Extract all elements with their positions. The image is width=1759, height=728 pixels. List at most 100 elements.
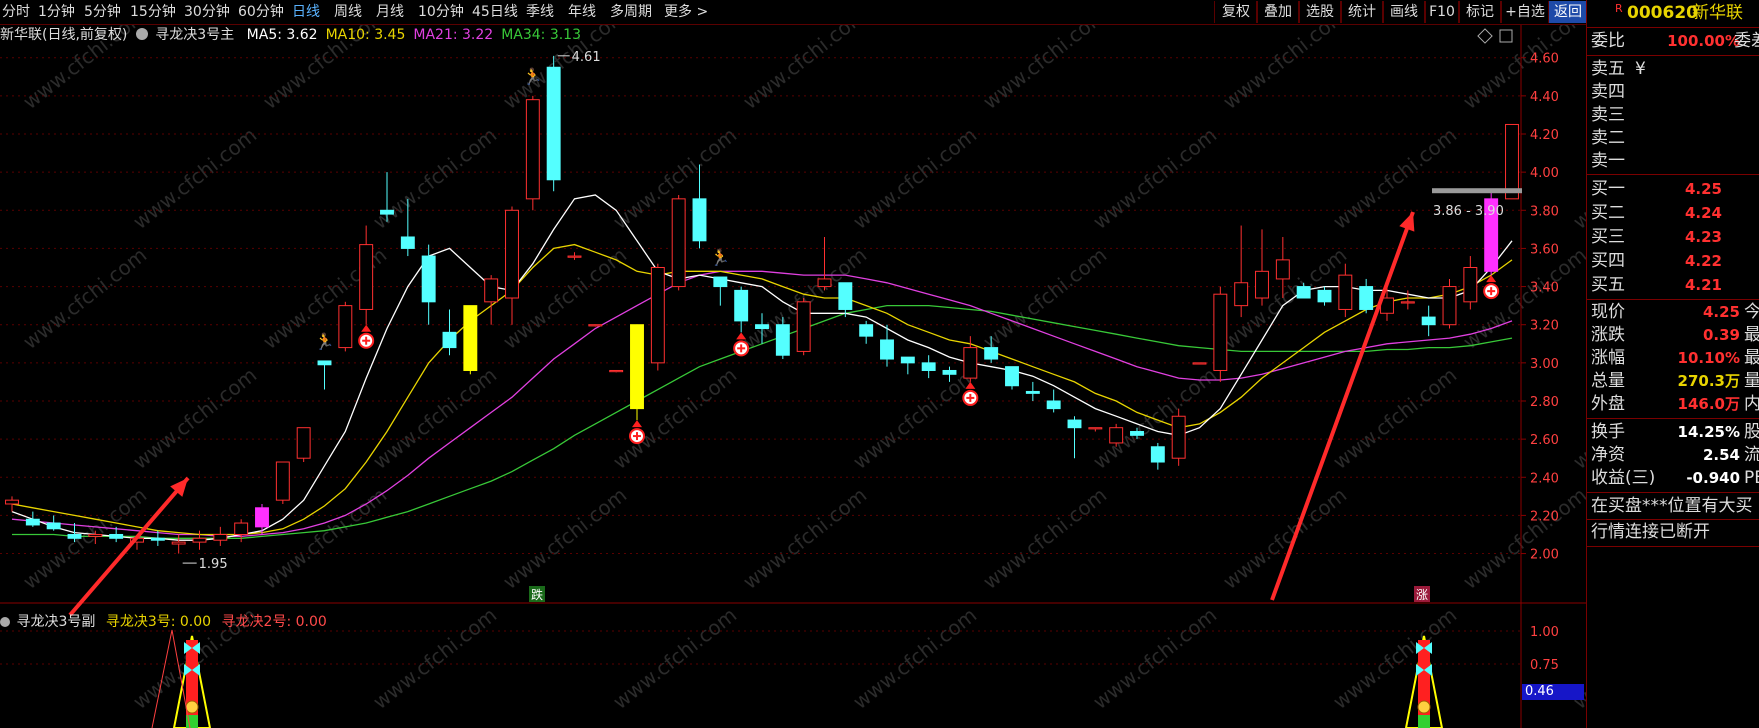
- candle: [1005, 366, 1019, 390]
- toolbar-button-2[interactable]: 选股: [1298, 1, 1342, 23]
- period-toolbar: 分时 1分钟 5分钟 15分钟 30分钟 60分钟 日线 周线 月线 10分钟 45日线 季线 年线 多周…: [0, 0, 1759, 25]
- runner-icon: 🏃: [710, 248, 730, 267]
- buy-signal-icon: [629, 420, 645, 445]
- watermark-text: www.cfchi.com: [608, 603, 741, 714]
- candle: [650, 263, 665, 371]
- weibi-row: 委比 100.00% 委差: [1587, 30, 1759, 53]
- buy-signal-icon: [358, 324, 375, 349]
- quote-row-3: 总量 270.3万 量比: [1591, 371, 1759, 391]
- candle: [463, 305, 478, 375]
- status-row: 行情连接已断开: [1591, 522, 1710, 542]
- notice-row: 在买盘***位置有大买: [1591, 496, 1753, 516]
- period-13[interactable]: 多周期: [610, 2, 652, 22]
- main-legend: 新华联(日线,前复权) 寻龙决3号主 MA5: 3.62 MA10: 3.45 MA…: [0, 24, 581, 44]
- svg-text:涨: 涨: [1416, 587, 1428, 602]
- indicator-name[interactable]: 寻龙决3号主: [155, 27, 234, 43]
- buy-signal-icon: [1483, 275, 1500, 300]
- y-tick-label: 3.80: [1530, 204, 1559, 219]
- candle: [713, 276, 728, 306]
- period-4[interactable]: 30分钟: [184, 2, 230, 22]
- panel-icon: [1499, 29, 1513, 43]
- toolbar-button-3[interactable]: 统计: [1340, 1, 1384, 23]
- buy-row-2: 买三 4.23: [1591, 227, 1722, 247]
- sell-row-2: 卖三: [1591, 105, 1625, 125]
- period-12[interactable]: 年线: [568, 2, 596, 22]
- toolbar-button-6[interactable]: 标记: [1458, 1, 1502, 23]
- period-8[interactable]: 月线: [376, 2, 404, 22]
- watermark-text: www.cfchi.com: [1568, 363, 1586, 474]
- toolbar-button-1[interactable]: 叠加: [1256, 1, 1300, 23]
- candle: [1359, 278, 1374, 314]
- y-tick-label: 3.60: [1530, 242, 1559, 257]
- candle: [734, 286, 749, 333]
- watermark-text: www.cfchi.com: [1328, 363, 1461, 474]
- period-10[interactable]: 45日线: [472, 2, 518, 22]
- toolbar-button-7[interactable]: +自选: [1500, 1, 1550, 23]
- y-tick-label: 2.20: [1530, 509, 1559, 524]
- watermark-text: www.cfchi.com: [848, 603, 981, 714]
- stock-code: 000620: [1627, 3, 1698, 23]
- y-tick-label: 4.20: [1530, 128, 1559, 143]
- sub-indicator-name[interactable]: 寻龙决3号副: [16, 614, 95, 630]
- period-2[interactable]: 5分钟: [84, 2, 121, 22]
- period-11[interactable]: 季线: [526, 2, 554, 22]
- watermark-text: www.cfchi.com: [368, 603, 501, 714]
- period-9[interactable]: 10分钟: [418, 2, 464, 22]
- sub-cursor-value: 0.46: [1522, 684, 1584, 700]
- candle: [1171, 408, 1186, 466]
- price-range-bar: [1432, 188, 1522, 194]
- candle: [1150, 442, 1165, 470]
- quote-row-1: 涨跌 0.39 最高: [1591, 325, 1759, 345]
- ma-legend-3: MA34: 3.13: [501, 27, 581, 43]
- period-6[interactable]: 日线: [292, 2, 320, 22]
- candle: [1338, 263, 1353, 318]
- candle: [359, 225, 374, 325]
- ma-legend-2: MA21: 3.22: [413, 27, 494, 43]
- buy-row-0: 买一 4.25: [1591, 179, 1722, 199]
- candle: [796, 298, 811, 356]
- sub-toggle-icon[interactable]: [0, 617, 10, 627]
- period-14[interactable]: 更多 >: [664, 2, 708, 22]
- sell-row-3: 卖二: [1591, 128, 1625, 148]
- candle: [484, 275, 499, 325]
- candle: [859, 320, 874, 344]
- period-5[interactable]: 60分钟: [238, 2, 284, 22]
- candle: [505, 206, 519, 325]
- sub-y-tick: 1.00: [1530, 625, 1559, 640]
- down-marker: 跌: [529, 586, 545, 602]
- candle: [275, 461, 290, 504]
- period-7[interactable]: 周线: [334, 2, 362, 22]
- candle: [317, 360, 332, 390]
- candle: [1421, 305, 1436, 337]
- candle: [1463, 256, 1478, 310]
- indicator-toggle-icon[interactable]: [135, 28, 148, 40]
- candle: [671, 195, 686, 291]
- watermark-text: www.cfchi.com: [1218, 25, 1351, 114]
- candle: [338, 301, 353, 352]
- ma-lines: [11, 194, 1513, 541]
- y-tick-label: 2.00: [1530, 548, 1559, 563]
- sell-row-1: 卖四: [1591, 82, 1625, 102]
- sub-y-tick: 0.75: [1530, 658, 1559, 673]
- candle: [5, 496, 19, 512]
- period-3[interactable]: 15分钟: [130, 2, 176, 22]
- toolbar-button-8[interactable]: 返回: [1548, 1, 1588, 23]
- toolbar-button-5[interactable]: F10: [1424, 1, 1460, 23]
- candle: [1317, 286, 1332, 306]
- sell-row-0: 卖五 ¥: [1591, 59, 1646, 79]
- candle: [630, 324, 644, 421]
- runner-icon: 🏃: [523, 67, 543, 86]
- runner-icon: 🏃: [315, 332, 335, 351]
- watermark-text: www.cfchi.com: [18, 243, 151, 354]
- watermark-text: www.cfchi.com: [128, 363, 261, 474]
- toolbar-button-0[interactable]: 复权: [1214, 1, 1258, 23]
- stat-row-2: 收益(三) -0.940 PE: [1591, 468, 1759, 488]
- period-1[interactable]: 1分钟: [38, 2, 75, 22]
- candle: [1255, 229, 1269, 306]
- up-marker: 涨: [1414, 586, 1430, 602]
- watermark-text: www.cfchi.com: [738, 483, 871, 594]
- toolbar-button-4[interactable]: 画线: [1382, 1, 1426, 23]
- watermark-text: www.cfchi.com: [978, 483, 1111, 594]
- watermark-text: www.cfchi.com: [368, 363, 501, 474]
- period-0[interactable]: 分时: [2, 2, 30, 22]
